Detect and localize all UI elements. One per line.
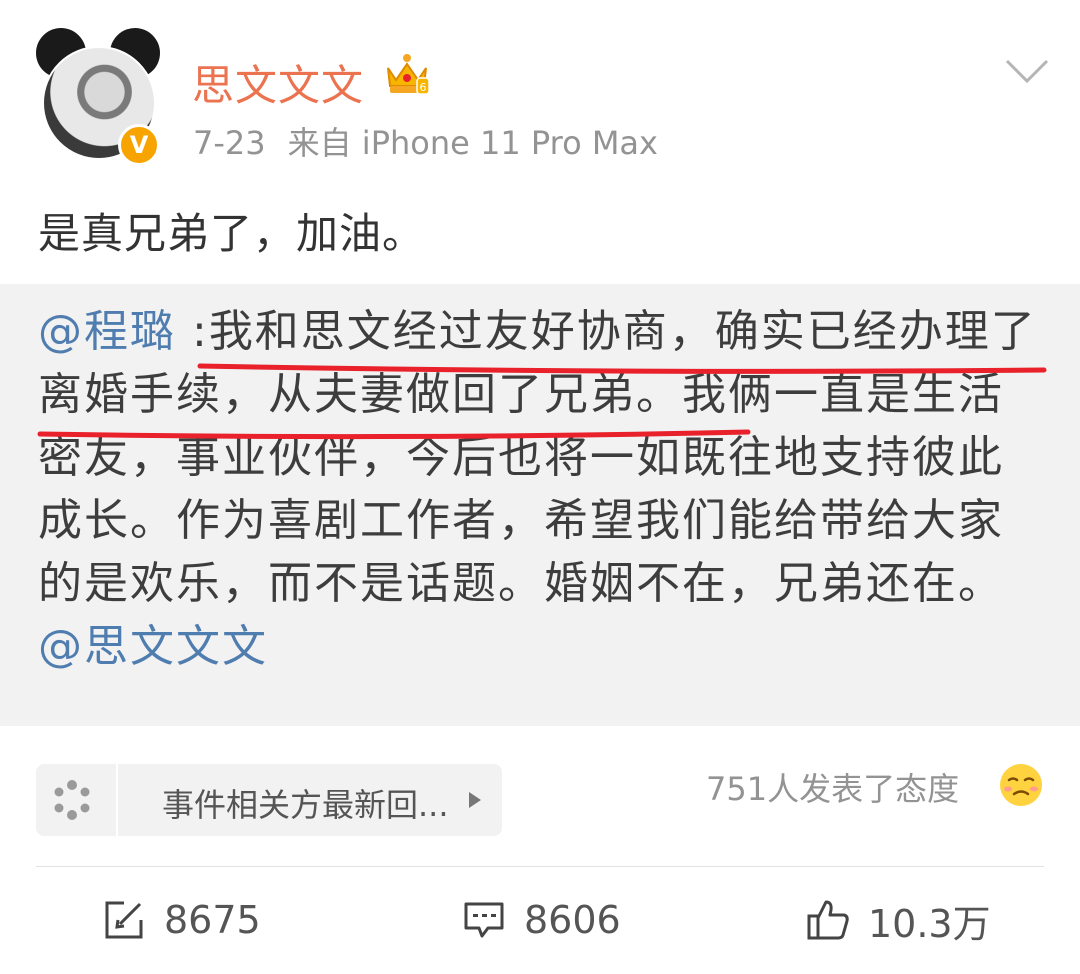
loading-dots-icon [54, 780, 90, 820]
attitude-emoji-icon[interactable] [998, 762, 1044, 808]
actions-divider [36, 866, 1044, 867]
repost-author-mention[interactable]: @程璐 [38, 306, 176, 357]
post-meta: 7-23 来自 iPhone 11 Pro Max [193, 118, 658, 164]
post-date: 7-23 [193, 124, 266, 162]
post-source: 来自 iPhone 11 Pro Max [287, 124, 658, 162]
chevron-down-icon[interactable] [1004, 56, 1050, 86]
comment-count: 8606 [524, 898, 621, 942]
repost-text: @程璐 :我和思文经过友好协商，确实已经办理了离婚手续，从夫妻做回了兄弟。我俩一… [38, 300, 1048, 678]
thumbs-up-icon [807, 900, 849, 940]
like-button[interactable]: 10.3万 [806, 892, 991, 948]
play-arrow-icon [469, 792, 481, 808]
repost-end-mention[interactable]: @思文文文 [38, 621, 268, 672]
comment-button[interactable]: 8606 [462, 892, 621, 948]
username[interactable]: 思文文文 [192, 52, 364, 113]
post-text: 是真兄弟了，加油。 [38, 209, 426, 258]
verified-badge-icon: V [118, 124, 160, 166]
attitude-count[interactable]: 751人发表了态度 [706, 764, 959, 810]
repost-separator: : [176, 306, 209, 357]
topic-card[interactable]: 事件相关方最新回... [36, 764, 502, 836]
repost-block[interactable]: @程璐 :我和思文经过友好协商，确实已经办理了离婚手续，从夫妻做回了兄弟。我俩一… [0, 284, 1080, 726]
topic-label: 事件相关方最新回... [162, 786, 449, 824]
topic-divider [116, 764, 118, 836]
repost-button[interactable]: 8675 [102, 892, 261, 948]
like-count: 10.3万 [868, 901, 991, 946]
comment-icon [464, 902, 504, 938]
repost-icon [105, 901, 143, 939]
vip-crown-icon[interactable]: 6 [384, 52, 430, 96]
repost-count: 8675 [164, 898, 261, 942]
svg-text:6: 6 [420, 81, 427, 94]
post-header: V 思文文文 6 7-23 来自 iPhone 11 Pro Max [0, 0, 1080, 180]
